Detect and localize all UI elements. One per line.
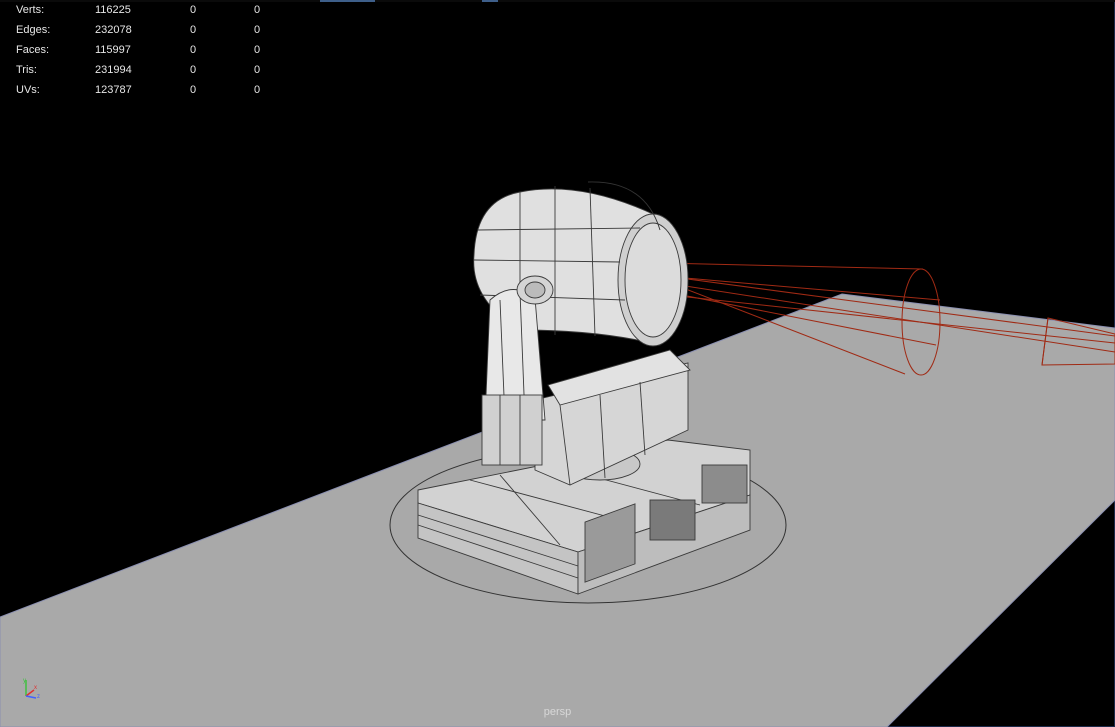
camera-name-label: persp: [543, 706, 572, 718]
hud-selected-components: 0: [254, 84, 261, 96]
svg-text:x: x: [34, 685, 37, 691]
hud-selected: 0: [190, 84, 197, 96]
hud-label: Verts:: [16, 4, 45, 16]
svg-text:z: z: [37, 694, 40, 700]
hud-label: Faces:: [16, 44, 50, 56]
hud-label: Edges:: [16, 24, 51, 36]
hud-label: UVs:: [16, 84, 40, 96]
hud-selected-components: 0: [254, 4, 261, 16]
hud-selected: 0: [190, 44, 197, 56]
scene-render[interactable]: [0, 0, 1115, 727]
3d-viewport[interactable]: Verts: 116225 0 0 Edges: 232078 0 0 Face…: [0, 0, 1115, 727]
hud-selected: 0: [190, 64, 197, 76]
axis-orientation-icon: y x z: [23, 678, 40, 700]
hud-selected: 0: [190, 24, 197, 36]
hud-total: 232078: [95, 24, 132, 36]
hud-total: 123787: [95, 84, 132, 96]
hud-selected-components: 0: [254, 64, 261, 76]
hud-selected-components: 0: [254, 24, 261, 36]
hud-label: Tris:: [16, 64, 37, 76]
svg-text:y: y: [23, 678, 26, 684]
hud-total: 115997: [95, 44, 131, 56]
hud-selected: 0: [190, 4, 197, 16]
hud-total: 116225: [95, 4, 131, 16]
hud-total: 231994: [95, 64, 132, 76]
hud-selected-components: 0: [254, 44, 261, 56]
